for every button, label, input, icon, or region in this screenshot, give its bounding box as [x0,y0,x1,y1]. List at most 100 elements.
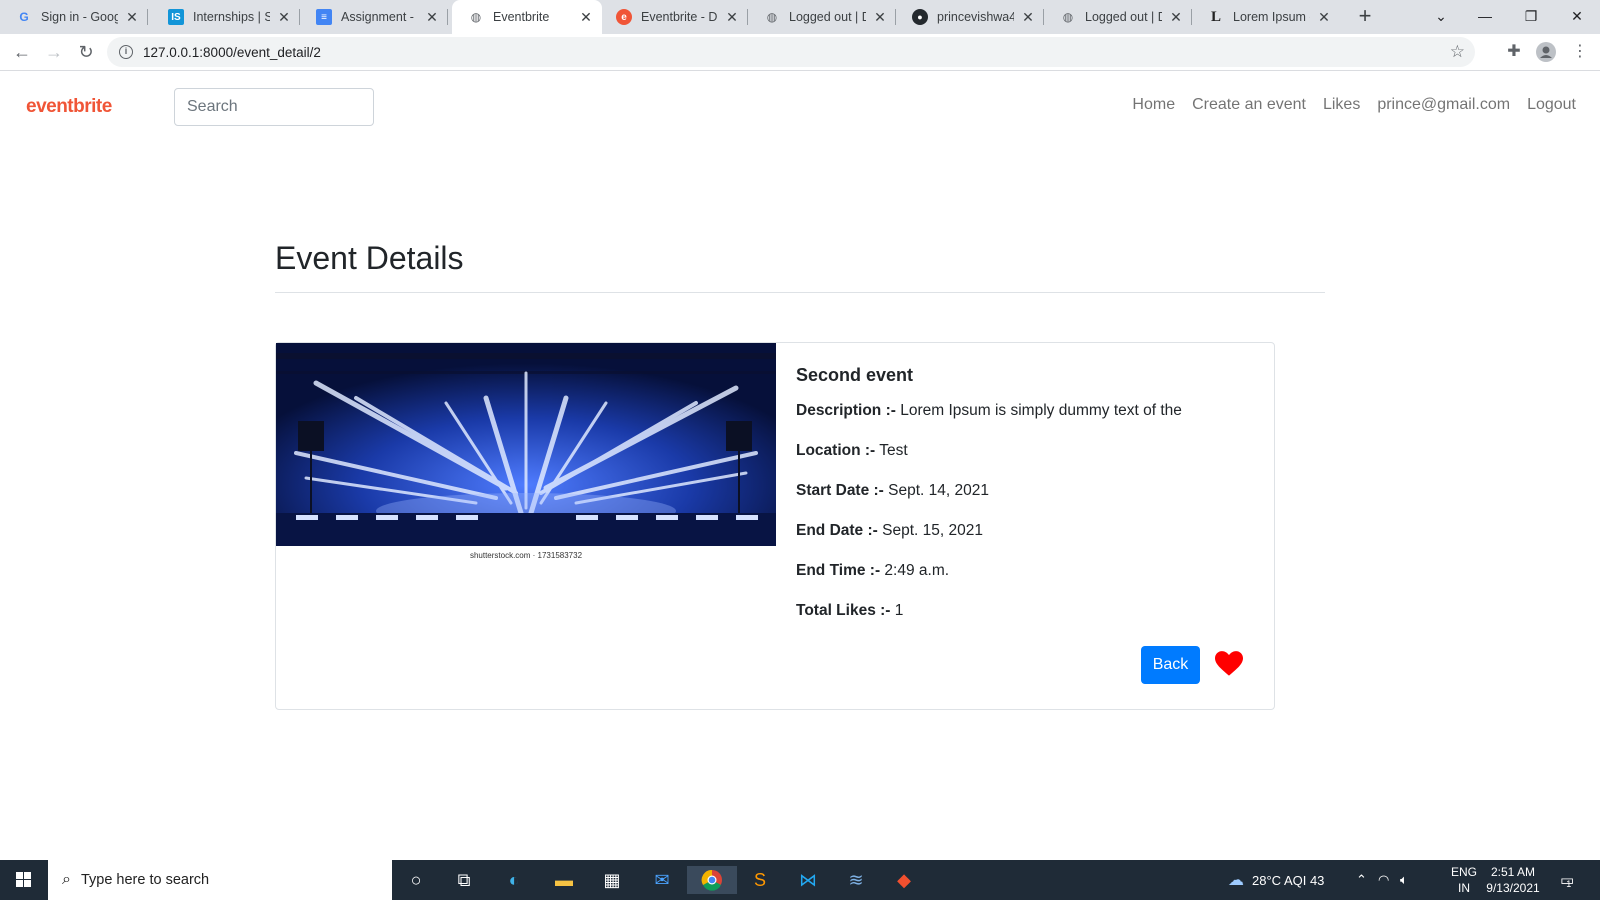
close-icon[interactable]: ✕ [276,9,292,26]
image-credit: shutterstock.com · 1731583732 [469,551,583,560]
close-icon[interactable]: ✕ [1020,9,1036,26]
tab-assignment-docs[interactable]: ≡ Assignment - Google Docs ✕ [300,0,448,34]
site-navbar: eventbrite Home Create an event Likes pr… [0,72,1600,142]
url-text: 127.0.0.1:8000/event_detail/2 [143,44,321,60]
task-view-icon[interactable]: ⧉ [450,866,478,894]
tab-github[interactable]: ● princevishwa4/Eventbrite ✕ [896,0,1044,34]
description-row: Description :- Lorem Ipsum is simply dum… [796,402,1256,442]
vscode-icon[interactable]: ⋈ [794,866,822,894]
nav-logout-link[interactable]: Logout [1527,96,1576,114]
nav-create-event-link[interactable]: Create an event [1192,96,1306,114]
browser-menu-icon[interactable]: ⋮ [1566,38,1594,66]
browser-tab-strip: G Sign in - Google Accounts ✕ IS Interns… [0,0,1600,34]
sublime-text-icon[interactable]: S [746,866,774,894]
clock-date: 9/13/2021 [1486,881,1540,895]
notification-center-icon[interactable]: ▭ 1 [1560,860,1574,900]
network-icon[interactable]: ◠ [1378,860,1389,900]
close-icon[interactable]: ✕ [872,9,888,26]
start-date-value: Sept. 14, 2021 [888,482,990,499]
brand-logo[interactable]: eventbrite [26,96,112,118]
close-icon[interactable]: ✕ [1316,9,1332,26]
tray-chevron-icon[interactable]: ⌃ [1356,860,1367,900]
app-icon[interactable]: ≋ [842,866,870,894]
heart-like-icon[interactable] [1215,651,1243,677]
google-icon: G [19,10,29,24]
close-icon[interactable]: ✕ [1168,9,1184,26]
close-icon[interactable]: ✕ [724,9,740,26]
tab-logged-out-2[interactable]: ◍ Logged out | Django ✕ [1044,0,1192,34]
event-image [276,343,776,546]
search-icon: ⌕ [62,871,71,888]
restore-icon[interactable]: ❐ [1508,0,1554,34]
search-input[interactable] [174,88,374,126]
description-value: Lorem Ipsum is simply dummy text of the [900,402,1182,419]
file-explorer-icon[interactable]: ▬ [550,866,578,894]
nav-likes-link[interactable]: Likes [1323,96,1360,114]
end-date-value: Sept. 15, 2021 [882,522,983,539]
tab-eventbrite[interactable]: ◍ Eventbrite ✕ [452,0,602,34]
globe-icon: ◍ [1062,10,1074,24]
tab-search-icon[interactable]: ⌄ [1418,0,1464,34]
page-title: Event Details [275,240,464,276]
description-label: Description :- [796,402,896,419]
nav-home-link[interactable]: Home [1132,96,1175,114]
end-date-row: End Date :- Sept. 15, 2021 [796,522,1256,562]
lipsum-icon: L [1210,8,1221,25]
nav-user-email-link[interactable]: prince@gmail.com [1377,96,1510,114]
title-divider [275,292,1325,293]
end-time-row: End Time :- 2:49 a.m. [796,562,1256,602]
edge-icon[interactable]: ◐ [500,866,528,894]
taskbar-search-box[interactable]: ⌕ Type here to search [48,860,392,900]
window-close-icon[interactable]: ✕ [1554,0,1600,34]
language-indicator[interactable]: ENG IN [1447,864,1481,896]
tab-logged-out-1[interactable]: ◍ Logged out | Django ✕ [748,0,896,34]
docs-icon: ≡ [316,9,332,25]
forward-arrow-icon[interactable]: → [40,38,68,66]
tab-lorem-ipsum[interactable]: L Lorem Ipsum - All the facts ✕ [1192,0,1340,34]
browser-toolbar: ← → ↻ i 127.0.0.1:8000/event_detail/2 ☆ … [0,34,1600,71]
close-icon[interactable]: ✕ [578,9,594,26]
github-icon: ● [912,9,928,25]
git-icon[interactable]: ◆ [890,866,918,894]
nav-links: Home Create an event Likes prince@gmail.… [1132,96,1576,114]
event-card: shutterstock.com · 1731583732 Second eve… [275,342,1275,710]
reload-icon[interactable]: ↻ [72,38,100,66]
end-time-label: End Time :- [796,562,881,579]
bookmark-star-icon[interactable]: ☆ [1450,42,1465,62]
location-row: Location :- Test [796,442,1256,482]
event-details: Second event Description :- Lorem Ipsum … [796,365,1256,642]
event-name: Second event [796,365,914,385]
minimize-icon[interactable]: — [1462,0,1508,34]
mail-icon[interactable]: ✉ [648,866,676,894]
location-label: Location :- [796,442,876,459]
back-arrow-icon[interactable]: ← [8,38,36,66]
notification-count: 1 [1566,879,1572,889]
back-button[interactable]: Back [1141,646,1200,684]
end-date-label: End Date :- [796,522,878,539]
store-icon[interactable]: ▦ [598,866,626,894]
close-icon[interactable]: ✕ [424,9,440,26]
tab-internships[interactable]: IS Internships | Submissions ✕ [152,0,300,34]
start-date-row: Start Date :- Sept. 14, 2021 [796,482,1256,522]
close-icon[interactable]: ✕ [124,9,140,26]
volume-icon[interactable]: 🔈︎ [1400,860,1408,900]
eventbrite-icon: e [616,9,632,25]
system-clock[interactable]: 2:51 AM 9/13/2021 [1478,864,1548,896]
weather-widget[interactable]: ☁ 28°C AQI 43 [1228,860,1324,900]
cortana-icon[interactable]: ○ [402,866,430,894]
location-value: Test [879,442,908,459]
windows-start-icon[interactable] [0,860,48,900]
globe-icon: ◍ [470,10,482,24]
site-info-icon[interactable]: i [119,45,133,59]
total-likes-row: Total Likes :- 1 [796,602,1256,642]
taskbar-search-placeholder: Type here to search [80,872,210,888]
total-likes-value: 1 [894,602,904,619]
tab-eventbrite-discover[interactable]: e Eventbrite - Discover ✕ [600,0,748,34]
chrome-icon[interactable] [687,866,737,894]
profile-avatar-icon[interactable] [1532,38,1560,66]
new-tab-icon[interactable]: + [1352,4,1378,30]
extensions-puzzle-icon[interactable]: ✚ [1500,38,1528,66]
address-bar[interactable]: i 127.0.0.1:8000/event_detail/2 ☆ [107,37,1475,67]
weather-cloud-icon: ☁ [1228,872,1244,889]
tab-google-signin[interactable]: G Sign in - Google Accounts ✕ [0,0,148,34]
